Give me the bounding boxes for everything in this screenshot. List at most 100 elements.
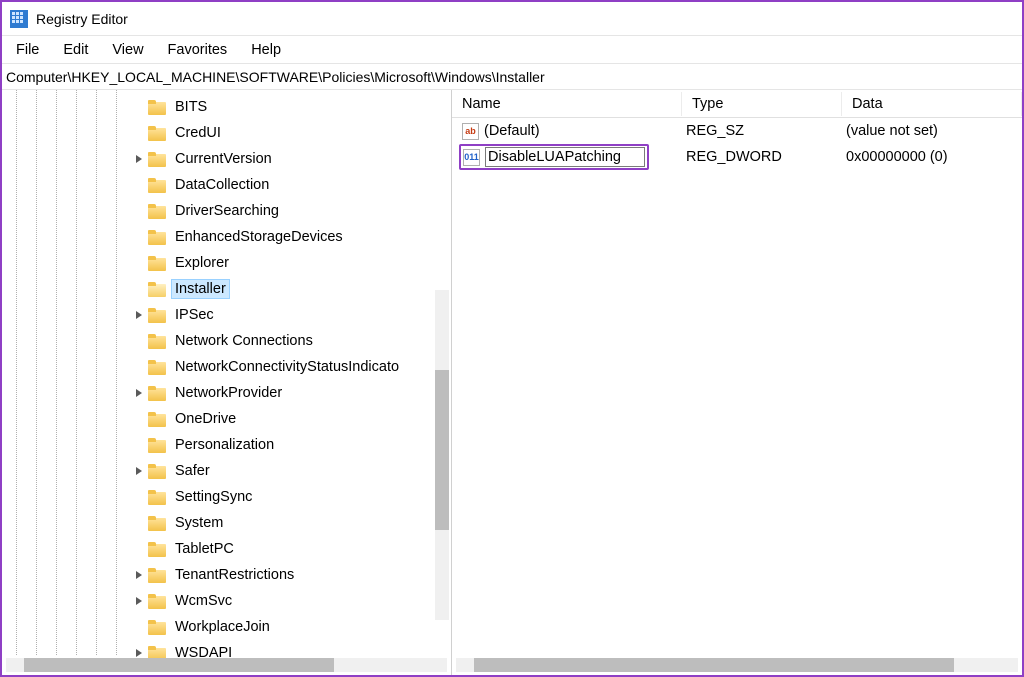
column-data[interactable]: Data — [842, 92, 1022, 116]
expand-icon[interactable] — [132, 464, 146, 478]
tree-item[interactable]: OneDrive — [2, 406, 451, 432]
values-header: Name Type Data — [452, 90, 1022, 118]
tree-item[interactable]: WcmSvc — [2, 588, 451, 614]
folder-icon — [148, 282, 166, 297]
folder-icon — [148, 464, 166, 479]
folder-icon — [148, 438, 166, 453]
tree-item[interactable]: TabletPC — [2, 536, 451, 562]
value-data-cell: 0x00000000 (0) — [842, 149, 1022, 165]
rename-highlight: 011 — [459, 144, 649, 170]
folder-icon — [148, 412, 166, 427]
folder-icon — [148, 594, 166, 609]
tree-item-label: DataCollection — [172, 176, 272, 194]
menu-edit[interactable]: Edit — [51, 39, 100, 61]
expand-icon — [132, 230, 146, 244]
value-type-cell: REG_SZ — [682, 123, 842, 139]
tree-item[interactable]: DriverSearching — [2, 198, 451, 224]
tree-pane: BITS CredUI CurrentVersion DataCollection Dr… — [2, 90, 452, 675]
tree-item[interactable]: DataCollection — [2, 172, 451, 198]
tree-item[interactable]: IPSec — [2, 302, 451, 328]
value-name-cell: 011 — [458, 144, 682, 170]
folder-icon — [148, 386, 166, 401]
folder-icon — [148, 230, 166, 245]
expand-icon[interactable] — [132, 594, 146, 608]
value-data-cell: (value not set) — [842, 123, 1022, 139]
expand-icon — [132, 360, 146, 374]
menu-file[interactable]: File — [4, 39, 51, 61]
value-row[interactable]: 011REG_DWORD0x00000000 (0) — [452, 144, 1022, 170]
tree-horizontal-scrollbar[interactable] — [6, 658, 447, 672]
registry-tree[interactable]: BITS CredUI CurrentVersion DataCollection Dr… — [2, 90, 451, 666]
value-name-label: (Default) — [484, 123, 540, 139]
tree-item-label: System — [172, 514, 226, 532]
tree-item[interactable]: BITS — [2, 94, 451, 120]
dword-value-icon: 011 — [463, 149, 480, 166]
tree-item-label: CurrentVersion — [172, 150, 275, 168]
menu-favorites[interactable]: Favorites — [156, 39, 240, 61]
tree-item[interactable]: TenantRestrictions — [2, 562, 451, 588]
values-list[interactable]: ab(Default)REG_SZ(value not set)011REG_D… — [452, 118, 1022, 170]
tree-item[interactable]: Safer — [2, 458, 451, 484]
expand-icon — [132, 412, 146, 426]
window-title: Registry Editor — [36, 11, 128, 27]
folder-icon — [148, 204, 166, 219]
column-name[interactable]: Name — [452, 92, 682, 116]
tree-item-label: DriverSearching — [172, 202, 282, 220]
tree-item[interactable]: System — [2, 510, 451, 536]
expand-icon[interactable] — [132, 152, 146, 166]
tree-item[interactable]: Network Connections — [2, 328, 451, 354]
expand-icon — [132, 178, 146, 192]
folder-icon — [148, 126, 166, 141]
folder-icon — [148, 516, 166, 531]
tree-item[interactable]: Personalization — [2, 432, 451, 458]
tree-item[interactable]: CurrentVersion — [2, 146, 451, 172]
title-bar: Registry Editor — [2, 2, 1022, 36]
tree-item-label: BITS — [172, 98, 210, 116]
tree-item[interactable]: Installer — [2, 276, 451, 302]
expand-icon — [132, 490, 146, 504]
main-split: BITS CredUI CurrentVersion DataCollection Dr… — [2, 90, 1022, 675]
tree-item-label: NetworkProvider — [172, 384, 285, 402]
tree-item[interactable]: WorkplaceJoin — [2, 614, 451, 640]
tree-item-label: WorkplaceJoin — [172, 618, 273, 636]
tree-item[interactable]: NetworkConnectivityStatusIndicato — [2, 354, 451, 380]
expand-icon — [132, 126, 146, 140]
values-pane: Name Type Data ab(Default)REG_SZ(value n… — [452, 90, 1022, 675]
tree-item-label: Installer — [172, 280, 229, 298]
folder-icon — [148, 360, 166, 375]
tree-item[interactable]: SettingSync — [2, 484, 451, 510]
expand-icon — [132, 516, 146, 530]
tree-item-label: SettingSync — [172, 488, 255, 506]
value-name-cell: ab(Default) — [458, 123, 682, 140]
values-horizontal-scrollbar[interactable] — [456, 658, 1018, 672]
menu-view[interactable]: View — [100, 39, 155, 61]
expand-icon[interactable] — [132, 568, 146, 582]
tree-item-label: WcmSvc — [172, 592, 235, 610]
tree-item-label: OneDrive — [172, 410, 239, 428]
tree-item[interactable]: EnhancedStorageDevices — [2, 224, 451, 250]
tree-item-label: Safer — [172, 462, 213, 480]
expand-icon — [132, 282, 146, 296]
value-rename-input[interactable] — [485, 147, 645, 167]
column-type[interactable]: Type — [682, 92, 842, 116]
tree-item[interactable]: CredUI — [2, 120, 451, 146]
tree-item[interactable]: NetworkProvider — [2, 380, 451, 406]
menu-bar: File Edit View Favorites Help — [2, 36, 1022, 64]
address-path: Computer\HKEY_LOCAL_MACHINE\SOFTWARE\Pol… — [6, 69, 545, 85]
tree-item[interactable]: Explorer — [2, 250, 451, 276]
value-row[interactable]: ab(Default)REG_SZ(value not set) — [452, 118, 1022, 144]
tree-item-label: Explorer — [172, 254, 232, 272]
expand-icon[interactable] — [132, 386, 146, 400]
folder-icon — [148, 100, 166, 115]
expand-icon[interactable] — [132, 308, 146, 322]
tree-item-label: CredUI — [172, 124, 224, 142]
expand-icon — [132, 100, 146, 114]
menu-help[interactable]: Help — [239, 39, 293, 61]
address-bar[interactable]: Computer\HKEY_LOCAL_MACHINE\SOFTWARE\Pol… — [2, 64, 1022, 90]
expand-icon — [132, 438, 146, 452]
expand-icon — [132, 542, 146, 556]
expand-icon — [132, 620, 146, 634]
folder-icon — [148, 334, 166, 349]
tree-item-label: TenantRestrictions — [172, 566, 297, 584]
tree-vertical-scrollbar[interactable] — [435, 290, 449, 620]
